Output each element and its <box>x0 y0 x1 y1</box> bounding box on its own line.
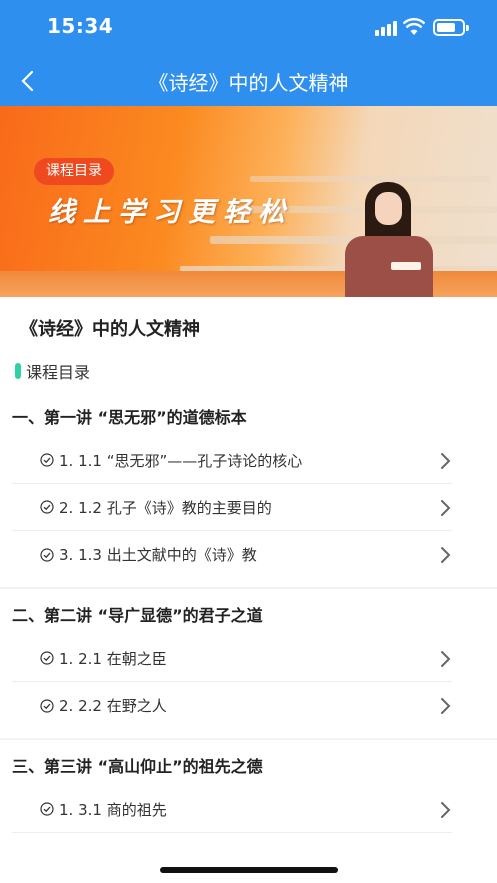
lesson-item[interactable]: 1. 2.1 在朝之臣 <box>12 635 452 682</box>
lesson-item[interactable]: 1. 3.1 商的祖先 <box>12 786 452 833</box>
chevron-right-icon <box>441 500 451 516</box>
status-bar: 15:34 <box>0 0 497 56</box>
lesson-label: 3. 1.3 出土文献中的《诗》教 <box>59 546 257 564</box>
home-indicator[interactable] <box>160 867 338 873</box>
page-title: 《诗经》中的人文精神 <box>148 71 349 95</box>
student-illustration <box>345 182 435 297</box>
lesson-item[interactable]: 3. 1.3 出土文献中的《诗》教 <box>12 531 452 578</box>
accent-bar <box>15 363 21 379</box>
course-banner: 课程目录 线上学习更轻松 <box>0 106 497 297</box>
chapter-title: 三、第三讲 “高山仰止”的祖先之德 <box>12 757 263 776</box>
lesson-label: 1. 3.1 商的祖先 <box>59 800 167 819</box>
catalog-heading: 课程目录 <box>15 360 90 382</box>
check-circle-icon <box>40 698 54 713</box>
lesson-item[interactable]: 2. 2.2 在野之人 <box>12 682 452 729</box>
back-button[interactable] <box>12 66 42 96</box>
banner-tag: 课程目录 <box>34 158 114 185</box>
lesson-label: 2. 2.2 在野之人 <box>59 697 167 715</box>
check-circle-icon <box>40 651 54 665</box>
battery-icon <box>433 19 469 36</box>
chevron-right-icon <box>441 651 451 667</box>
chevron-left-icon <box>21 70 34 92</box>
lesson-item[interactable]: 2. 1.2 孔子《诗》教的主要目的 <box>12 484 452 531</box>
section-divider <box>0 738 497 740</box>
lesson-label: 2. 1.2 孔子《诗》教的主要目的 <box>59 498 272 517</box>
section-divider <box>0 587 497 589</box>
check-circle-icon <box>40 500 54 514</box>
banner-slogan: 线上学习更轻松 <box>48 197 293 228</box>
check-circle-icon <box>40 802 54 816</box>
chapter-title: 一、第一讲 “思无邪”的道德标本 <box>12 408 247 427</box>
check-circle-icon <box>40 453 54 467</box>
status-time: 15:34 <box>47 14 114 38</box>
lesson-item[interactable]: 1. 1.1 “思无邪”——孔子诗论的核心 <box>12 437 452 484</box>
header: 15:34 《诗经》中的人文精神 <box>0 0 497 106</box>
lesson-label: 1. 2.1 在朝之臣 <box>59 649 167 668</box>
chevron-right-icon <box>441 802 451 818</box>
course-title: 《诗经》中的人文精神 <box>20 319 200 340</box>
check-circle-icon <box>40 547 54 562</box>
catalog-label: 课程目录 <box>26 363 91 382</box>
chevron-right-icon <box>441 698 451 714</box>
lesson-label: 1. 1.1 “思无邪”——孔子诗论的核心 <box>59 451 303 470</box>
chevron-right-icon <box>441 453 451 469</box>
chevron-right-icon <box>441 547 451 563</box>
chapter-title: 二、第二讲 “导广显德”的君子之道 <box>12 606 263 625</box>
wifi-icon <box>403 18 425 35</box>
signal-icon <box>375 20 399 36</box>
